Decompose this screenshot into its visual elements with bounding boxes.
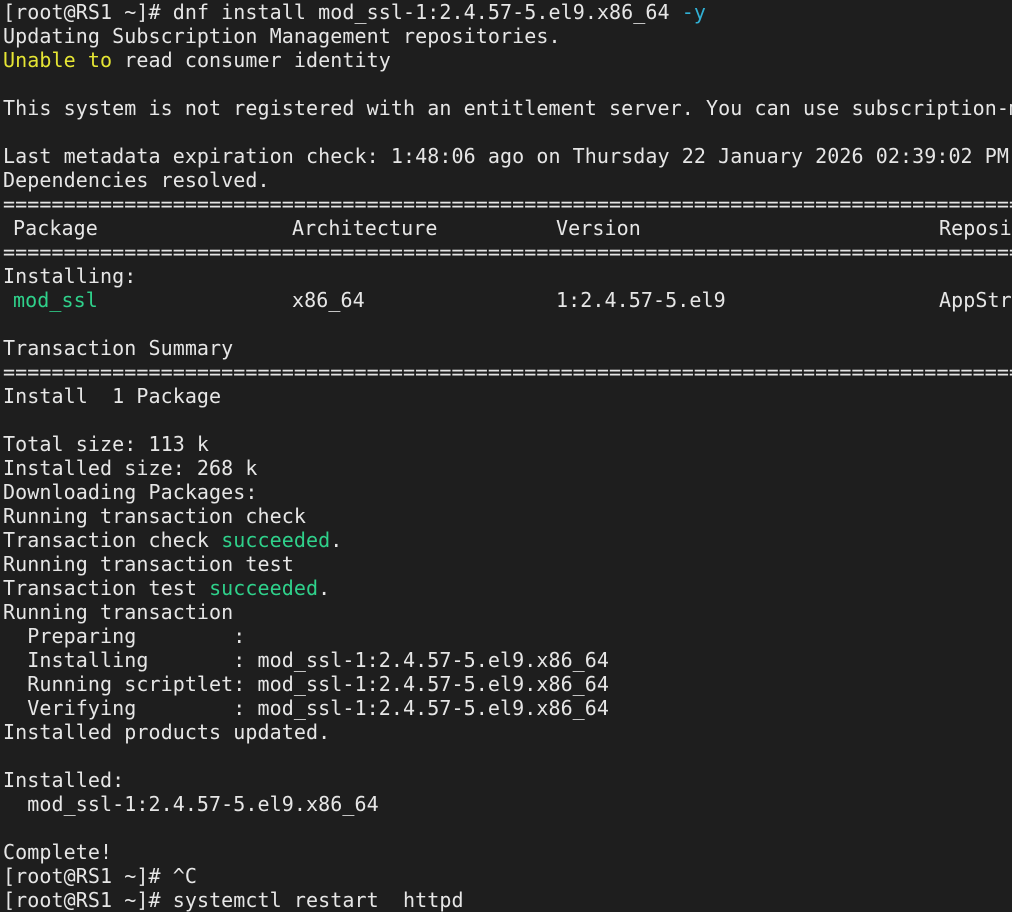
output-text: read consumer identity <box>112 48 391 72</box>
output-text: . <box>330 528 343 552</box>
terminal-line: Running transaction check <box>3 504 307 528</box>
terminal-line: Installed: <box>3 768 125 792</box>
column-header-package: Package <box>13 216 98 240</box>
shell-prompt: [root@RS1 ~]# <box>3 0 173 24</box>
warning-text: Unable to <box>3 48 113 72</box>
terminal-line: Installed products updated. <box>3 720 331 744</box>
terminal-line: Running scriptlet: mod_ssl-1:2.4.57-5.el… <box>3 672 610 696</box>
terminal-line: Updating Subscription Management reposit… <box>3 24 561 48</box>
terminal-line: Total size: 113 k <box>3 432 210 456</box>
column-header-version: Version <box>556 216 641 240</box>
terminal-line: Last metadata expiration check: 1:48:06 … <box>3 144 1012 168</box>
terminal-line: [root@RS1 ~]# ^C <box>3 864 1012 888</box>
separator-line: ========================================… <box>3 240 1012 264</box>
package-version: 1:2.4.57-5.el9 <box>556 288 726 312</box>
terminal-line: Complete! <box>3 840 113 864</box>
command-text: dnf install mod_ssl-1:2.4.57-5.el9.x86_6… <box>172 0 682 24</box>
terminal-line: Transaction Summary <box>3 336 234 360</box>
package-repo: AppStr <box>939 288 1012 312</box>
terminal-line: mod_ssl-1:2.4.57-5.el9.x86_64 <box>3 792 379 816</box>
terminal-window[interactable]: [root@RS1 ~]# dnf install mod_ssl-1:2.4.… <box>0 0 1012 912</box>
output-text: . <box>318 576 331 600</box>
terminal-line: Dependencies resolved. <box>3 168 270 192</box>
command-flag: -y <box>681 0 707 24</box>
terminal-line: This system is not registered with an en… <box>3 96 1012 120</box>
terminal-line: [root@RS1 ~]# dnf install mod_ssl-1:2.4.… <box>3 0 1012 24</box>
package-name: mod_ssl <box>13 288 98 312</box>
output-text: Transaction test <box>3 576 210 600</box>
column-header-architecture: Architecture <box>292 216 438 240</box>
terminal-line: Running transaction <box>3 600 234 624</box>
terminal-line: Unable to read consumer identity <box>3 48 1012 72</box>
command-text[interactable]: systemctl restart httpd <box>173 888 464 912</box>
output-text: Transaction check <box>3 528 222 552</box>
separator-line: ========================================… <box>3 360 1012 384</box>
shell-prompt: [root@RS1 ~]# <box>3 888 173 912</box>
command-text: ^C <box>172 864 197 888</box>
terminal-line: Verifying : mod_ssl-1:2.4.57-5.el9.x86_6… <box>3 696 610 720</box>
terminal-line: Running transaction test <box>3 552 294 576</box>
table-header-row: Package Architecture Version Reposi <box>3 216 1012 240</box>
terminal-line: Downloading Packages: <box>3 480 258 504</box>
terminal-line: Installing : mod_ssl-1:2.4.57-5.el9.x86_… <box>3 648 610 672</box>
terminal-line: Installing: <box>3 264 137 288</box>
table-row: mod_ssl x86_64 1:2.4.57-5.el9 AppStr <box>3 288 1012 312</box>
command-input-line[interactable]: [root@RS1 ~]# systemctl restart httpd <box>3 888 1012 912</box>
shell-prompt: [root@RS1 ~]# <box>3 864 173 888</box>
success-status: succeeded <box>221 528 331 552</box>
terminal-line: Preparing : <box>3 624 246 648</box>
terminal-line: Transaction check succeeded. <box>3 528 1012 552</box>
success-status: succeeded <box>209 576 319 600</box>
terminal-line: Installed size: 268 k <box>3 456 258 480</box>
column-header-repository: Reposi <box>939 216 1012 240</box>
terminal-line: Transaction test succeeded. <box>3 576 1012 600</box>
separator-line: ========================================… <box>3 192 1012 216</box>
package-arch: x86_64 <box>292 288 365 312</box>
terminal-line: Install 1 Package <box>3 384 222 408</box>
